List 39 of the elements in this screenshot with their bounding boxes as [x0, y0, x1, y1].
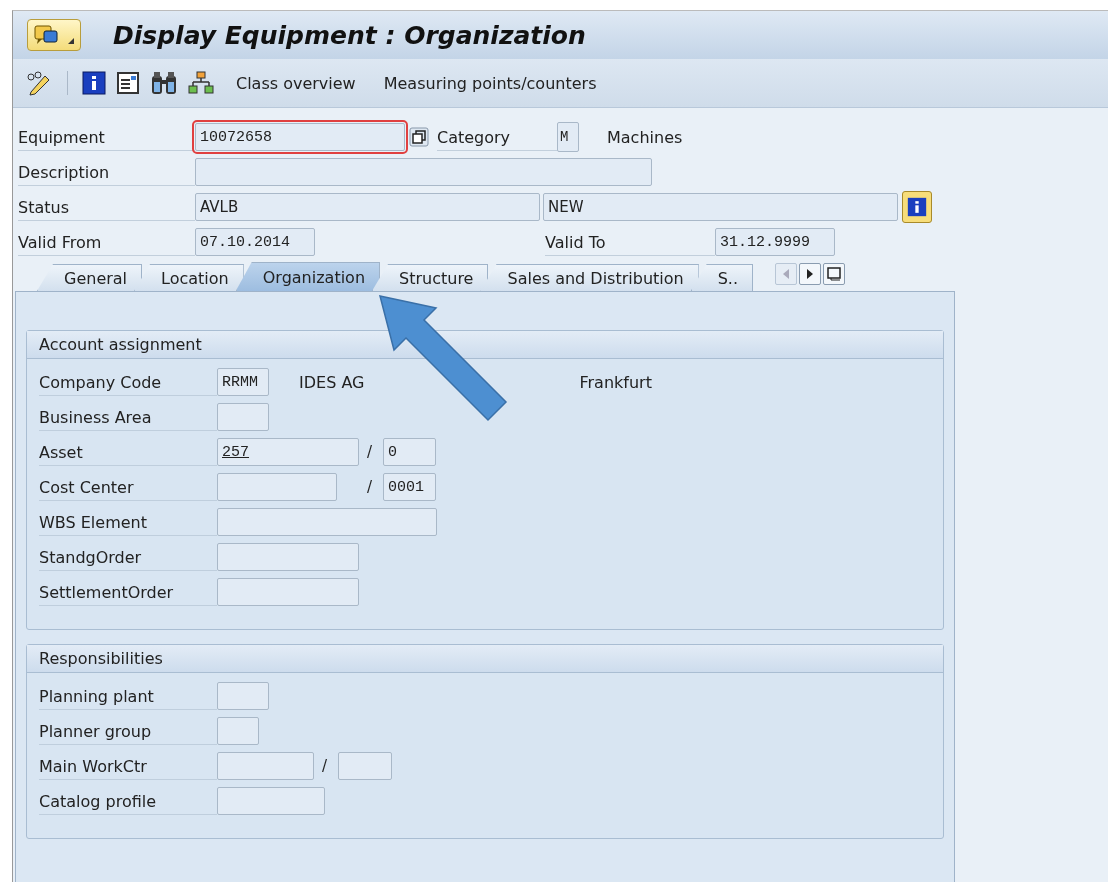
input-field[interactable]: 31.12.9999	[715, 228, 835, 256]
description-text: IDES AG	[299, 372, 365, 392]
info-icon	[907, 197, 927, 217]
toolbar-button[interactable]: Class overview	[230, 73, 362, 93]
hierarchy-icon[interactable]	[188, 71, 214, 95]
tab[interactable]: S..	[690, 264, 753, 291]
tab[interactable]: General	[37, 264, 143, 291]
group-title: Responsibilities	[27, 645, 943, 673]
toolbar-button[interactable]: Measuring points/counters	[377, 73, 603, 93]
tab[interactable]: Location	[134, 264, 244, 291]
separator-text: /	[367, 443, 374, 461]
list-icon	[827, 267, 841, 281]
description-text: Frankfurt	[579, 372, 652, 392]
tab-list-button[interactable]	[823, 263, 845, 285]
menu-button[interactable]	[27, 19, 81, 51]
input-field[interactable]: 07.10.2014	[195, 228, 315, 256]
scroll-right-button[interactable]	[799, 263, 821, 285]
category-text: Machines	[607, 127, 683, 147]
copy-icon[interactable]	[409, 127, 429, 147]
input-field[interactable]: 10072658	[195, 123, 405, 151]
info-button[interactable]	[902, 191, 932, 223]
left-arrow-icon	[782, 269, 790, 279]
tab[interactable]: Organization	[235, 262, 381, 291]
input-field[interactable]: AVLB	[195, 193, 540, 221]
binoculars-icon[interactable]	[150, 70, 178, 96]
caret-icon	[68, 38, 74, 44]
tab[interactable]: Sales and Distribution	[480, 264, 699, 291]
group-title: Account assignment	[27, 331, 943, 359]
input-field[interactable]	[195, 158, 652, 186]
menu-icon	[34, 25, 60, 45]
separator-text: /	[322, 757, 329, 775]
document-icon[interactable]	[116, 71, 140, 95]
info-icon[interactable]	[82, 71, 106, 95]
separator-text: /	[367, 478, 374, 496]
window-title: Display Equipment : Organization	[113, 20, 586, 50]
right-arrow-icon	[806, 269, 814, 279]
input-field[interactable]: NEW	[543, 193, 898, 221]
tab[interactable]: Structure	[372, 264, 489, 291]
input-field[interactable]: M	[557, 122, 579, 152]
